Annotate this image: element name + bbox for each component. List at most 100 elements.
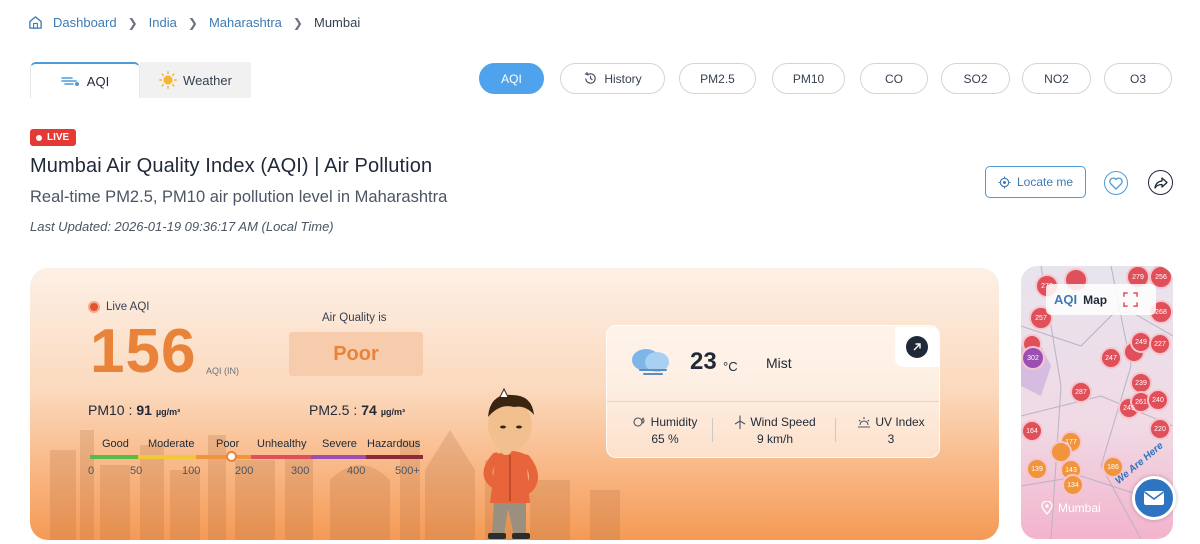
svg-text:279: 279	[1132, 274, 1144, 281]
svg-text:143: 143	[1065, 467, 1077, 474]
tab-weather-label: Weather	[183, 72, 232, 88]
locate-icon	[998, 175, 1011, 189]
chevron-right-icon: ❯	[187, 15, 198, 30]
chevron-right-icon: ❯	[292, 15, 303, 30]
aqi-logo: AQI	[1054, 292, 1078, 307]
share-button[interactable]	[1148, 170, 1173, 195]
live-badge-label: LIVE	[47, 132, 70, 143]
divider	[712, 418, 713, 442]
scale-tick: 500+	[395, 465, 420, 477]
pm25-unit: µg/m³	[380, 407, 406, 417]
weather-summary: 23 °C Mist	[607, 326, 939, 402]
wind-speed-stat: Wind Speed 9 km/h	[730, 415, 820, 446]
sun-icon	[159, 71, 177, 89]
mist-cloud-icon	[632, 349, 669, 375]
main-tabs: AQI Weather	[30, 62, 251, 98]
scale-segment-unhealthy	[251, 455, 311, 459]
scale-label-severe: Severe	[322, 438, 357, 450]
location-pin-icon	[1041, 501, 1053, 515]
map-city-label: Mumbai	[1041, 501, 1101, 515]
scale-label-good: Good	[102, 438, 129, 450]
svg-text:134: 134	[1067, 482, 1079, 489]
pm10-reading: PM10 : 91 µg/m³	[88, 402, 180, 418]
locate-me-button[interactable]: Locate me	[985, 166, 1086, 198]
pill-pm25-label: PM2.5	[700, 71, 735, 86]
map-header[interactable]: AQI Map	[1046, 284, 1156, 315]
svg-text:240: 240	[1152, 397, 1164, 404]
scale-segment-poor	[196, 455, 251, 459]
contact-mail-button[interactable]	[1132, 476, 1176, 520]
scale-tick: 300	[291, 465, 310, 477]
scale-tick: 200	[235, 465, 254, 477]
scale-label-unhealthy: Unhealthy	[257, 438, 307, 450]
pill-history[interactable]: History	[560, 63, 665, 94]
weather-open-button[interactable]	[895, 327, 939, 367]
breadcrumb-dashboard[interactable]: Dashboard	[53, 15, 117, 30]
svg-text:302: 302	[1027, 355, 1039, 362]
breadcrumb-current: Mumbai	[313, 15, 361, 30]
live-indicator-icon	[88, 301, 100, 313]
home-icon[interactable]	[28, 15, 43, 30]
humidity-stat: Humidity 65 %	[625, 415, 705, 446]
pill-so2[interactable]: SO2	[941, 63, 1010, 94]
favorite-button[interactable]	[1104, 171, 1128, 195]
wind-speed-value: 9 km/h	[756, 432, 793, 446]
air-quality-status: Poor	[289, 332, 423, 376]
scale-segment-good	[90, 455, 138, 459]
svg-text:227: 227	[1154, 341, 1166, 348]
svg-text:139: 139	[1031, 466, 1043, 473]
chevron-right-icon: ❯	[127, 15, 138, 30]
svg-text:186: 186	[1107, 464, 1119, 471]
scale-tick: 100	[182, 465, 201, 477]
svg-text:220: 220	[1154, 426, 1166, 433]
map-label: Map	[1083, 292, 1108, 307]
pill-co[interactable]: CO	[860, 63, 928, 94]
pill-pm10-label: PM10	[792, 71, 825, 86]
weather-temp-unit: °C	[723, 359, 738, 374]
fullscreen-icon[interactable]	[1123, 292, 1138, 307]
wind-icon	[60, 77, 79, 86]
pill-aqi[interactable]: AQI	[479, 63, 544, 94]
uv-index-stat: UV Index 3	[851, 415, 931, 446]
arrow-up-right-icon	[906, 336, 928, 358]
scale-segment-hazardous	[366, 455, 423, 459]
humidity-value: 65 %	[651, 432, 679, 446]
aqi-card: Live AQI 156 AQI (IN) Air Quality is Poo…	[30, 268, 999, 540]
pm25-value: 74	[361, 402, 377, 418]
share-icon	[1153, 176, 1168, 189]
svg-text:256: 256	[1155, 274, 1167, 281]
pill-pm10[interactable]: PM10	[772, 63, 845, 94]
pill-pm25[interactable]: PM2.5	[679, 63, 756, 94]
pill-co-label: CO	[885, 71, 903, 86]
coughing-character-illustration	[483, 387, 538, 539]
tab-weather[interactable]: Weather	[140, 62, 251, 98]
wind-speed-label: Wind Speed	[750, 415, 816, 429]
last-updated: Last Updated: 2026-01-19 09:36:17 AM (Lo…	[30, 219, 334, 234]
breadcrumb-maharashtra[interactable]: Maharashtra	[209, 15, 282, 30]
live-aqi-text: Live AQI	[106, 301, 150, 313]
tab-aqi-label: AQI	[86, 73, 110, 89]
breadcrumb: Dashboard ❯ India ❯ Maharashtra ❯ Mumbai	[28, 15, 360, 30]
live-dot-icon	[36, 134, 42, 141]
scale-label-moderate: Moderate	[148, 438, 195, 450]
pm25-reading: PM2.5 : 74 µg/m³	[309, 402, 405, 418]
svg-text:247: 247	[1105, 355, 1117, 362]
page-title: Mumbai Air Quality Index (AQI) | Air Pol…	[30, 155, 433, 177]
pill-o3-label: O3	[1129, 71, 1146, 86]
scale-label-poor: Poor	[216, 438, 240, 450]
pill-o3[interactable]: O3	[1104, 63, 1172, 94]
pill-no2[interactable]: NO2	[1022, 63, 1091, 94]
pill-no2-label: NO2	[1044, 71, 1069, 86]
aqi-scale-bar	[90, 455, 423, 459]
locate-me-label: Locate me	[1016, 175, 1074, 189]
scale-tick: 0	[88, 465, 95, 477]
aqi-scale-ticks: 0 50 100 200 300 400 500+	[88, 465, 428, 479]
history-icon	[585, 71, 597, 84]
svg-text:268: 268	[1155, 309, 1167, 316]
breadcrumb-india[interactable]: India	[149, 15, 177, 30]
tab-aqi[interactable]: AQI	[30, 62, 140, 98]
aqi-scale-labels: Good Moderate Poor Unhealthy Severe Haza…	[102, 438, 422, 452]
pm10-unit: µg/m³	[155, 407, 181, 417]
svg-text:257: 257	[1035, 315, 1047, 322]
svg-text:287: 287	[1075, 389, 1087, 396]
